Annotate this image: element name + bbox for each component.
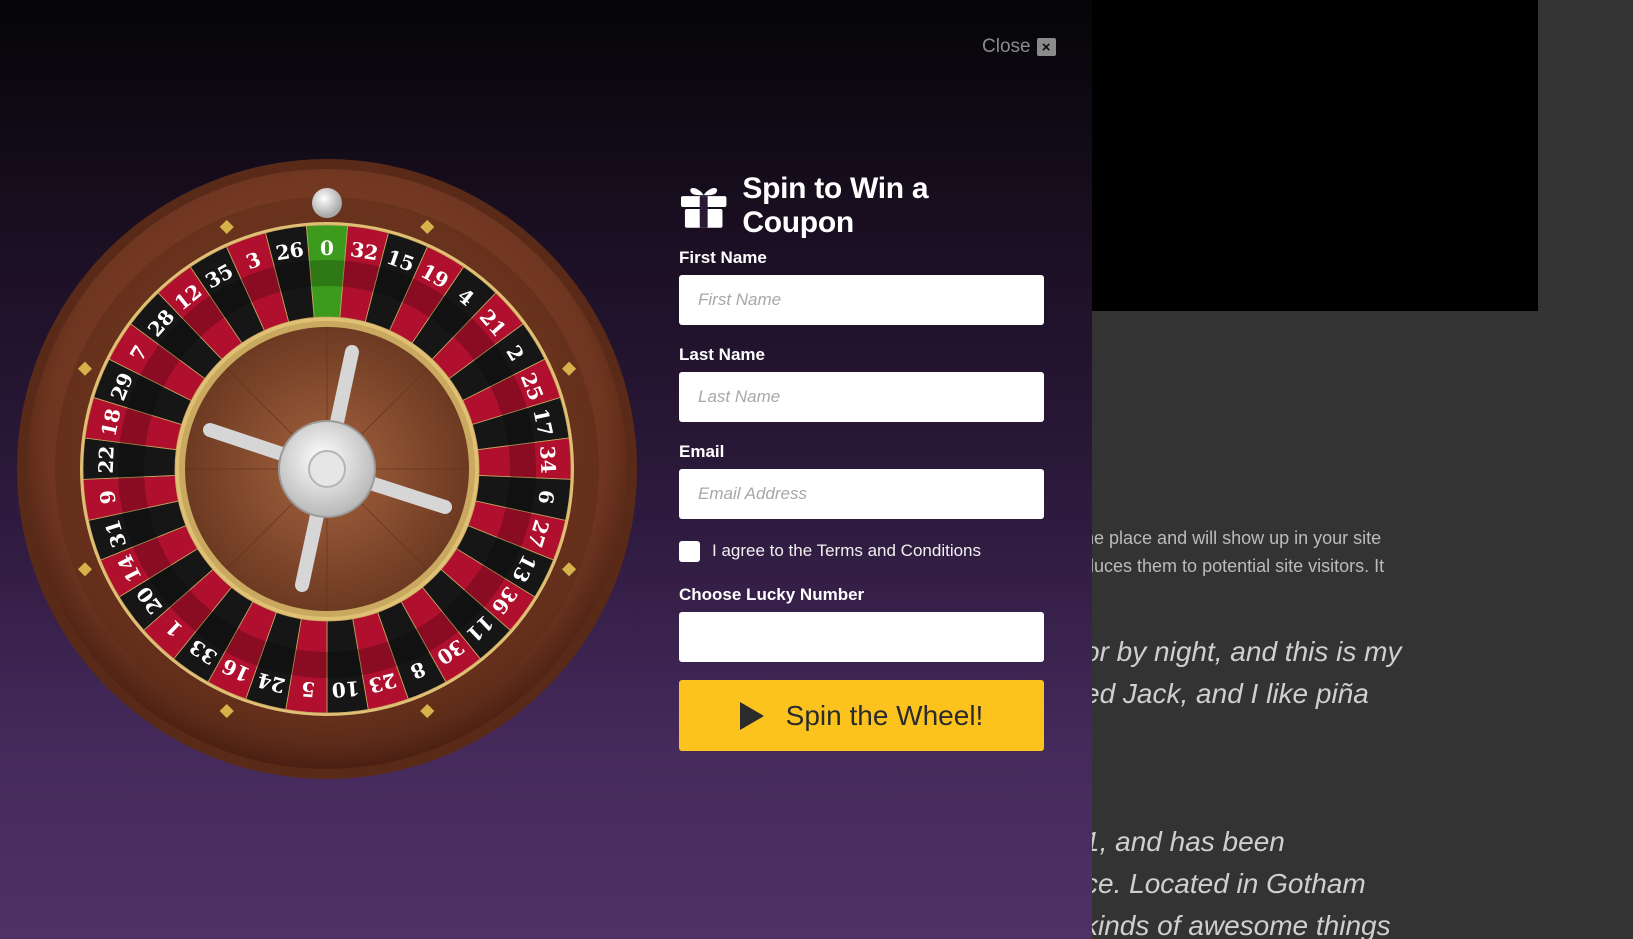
email-field[interactable]: [679, 469, 1044, 519]
wheel-pocket-number: 32: [349, 237, 380, 265]
close-icon[interactable]: ×: [1036, 38, 1056, 56]
wheel-pocket-number: 5: [300, 677, 316, 702]
close-label: Close: [982, 36, 1031, 57]
coupon-form: Spin to Win a Coupon First Name Last Nam…: [679, 172, 1044, 751]
wheel-pocket-number: 34: [535, 445, 560, 474]
lucky-number-field[interactable]: [679, 612, 1044, 662]
background-video[interactable]: [1060, 0, 1538, 311]
terms-label[interactable]: I agree to the Terms and Conditions: [712, 541, 981, 561]
email-label: Email: [679, 442, 725, 461]
close-button[interactable]: Close ×: [982, 36, 1056, 58]
form-title: Spin to Win a Coupon: [742, 172, 929, 239]
spin-button-label: Spin the Wheel!: [785, 699, 984, 731]
roulette-wheel: 0 32 15 19421225173462713361130823105241633…: [17, 159, 637, 779]
background-quote-line: 1, and has been: [1084, 826, 1285, 857]
spin-wheel-button[interactable]: Spin the Wheel!: [679, 680, 1044, 751]
background-paragraph-line: ne place and will show up in your site: [1084, 528, 1382, 548]
form-header: Spin to Win a Coupon: [679, 172, 1044, 239]
last-name-label: Last Name: [679, 345, 765, 364]
terms-checkbox[interactable]: [679, 540, 700, 562]
last-name-field[interactable]: [679, 372, 1044, 422]
terms-row: I agree to the Terms and Conditions: [679, 539, 1044, 563]
spin-to-win-popup: Close × 0 32 15 19 4 21 2 25 17 34 6 27 …: [0, 0, 1092, 939]
first-name-field[interactable]: [679, 275, 1044, 325]
wheel-pocket-number: 26: [274, 237, 305, 265]
play-icon: [739, 701, 764, 730]
lucky-number-label: Choose Lucky Number: [679, 585, 865, 604]
wheel-pocket-number: 0: [320, 236, 334, 260]
background-quote-line: kinds of awesome things: [1084, 910, 1391, 939]
background-quote-line: ed Jack, and I like piña: [1084, 678, 1369, 709]
first-name-label: First Name: [679, 248, 767, 267]
background-quote-line: ce. Located in Gotham: [1084, 868, 1366, 899]
gift-icon: [680, 188, 727, 228]
wheel-pocket-number: 10: [331, 676, 361, 702]
background-paragraph-line: duces them to potential site visitors. I…: [1084, 556, 1385, 576]
roulette-ball: [312, 188, 342, 218]
wheel-pocket-number: 22: [94, 445, 119, 474]
background-quote-line: or by night, and this is my: [1084, 636, 1402, 667]
